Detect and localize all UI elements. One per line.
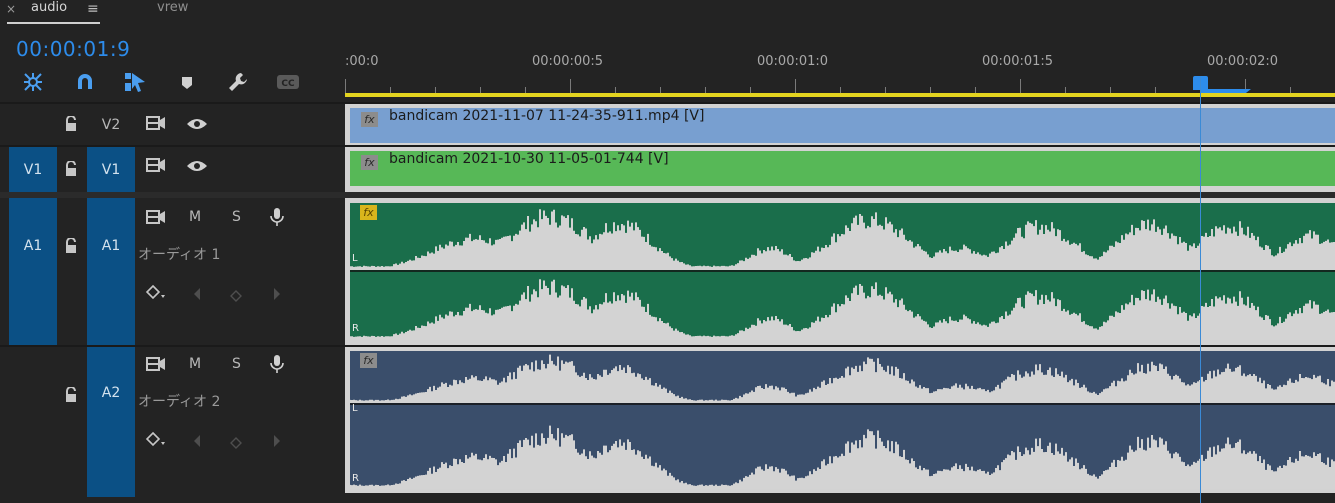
work-area-bar[interactable] bbox=[345, 93, 1335, 97]
mute-button[interactable]: M bbox=[189, 209, 201, 225]
waveform-channel bbox=[350, 209, 1335, 270]
tab-close-icon[interactable]: × bbox=[6, 2, 16, 16]
clip-v1[interactable]: fx bandicam 2021-10-30 11-05-01-744 [V] bbox=[350, 151, 1335, 186]
sync-lock-icon[interactable] bbox=[146, 115, 166, 135]
track-target-v1[interactable]: V1 bbox=[87, 147, 135, 192]
keyframe-dropdown-icon[interactable] bbox=[145, 431, 167, 453]
tab-vrew[interactable]: vrew bbox=[157, 0, 188, 15]
track-name[interactable]: オーディオ 1 bbox=[138, 244, 220, 264]
clip-a2[interactable]: fx L R bbox=[350, 351, 1335, 489]
track-target-v2[interactable]: V2 bbox=[87, 104, 135, 145]
fx-badge: fx bbox=[361, 155, 378, 170]
captions-button[interactable]: CC bbox=[276, 70, 300, 94]
eye-icon[interactable] bbox=[186, 116, 208, 136]
active-tab-indicator bbox=[7, 22, 100, 24]
add-keyframe-icon[interactable] bbox=[230, 287, 242, 306]
ruler-tick-label: 00:00:01:0 bbox=[757, 54, 829, 69]
track-target-a2[interactable]: A2 bbox=[87, 347, 135, 497]
microphone-icon[interactable] bbox=[270, 207, 284, 231]
marker-icon bbox=[182, 77, 192, 89]
add-keyframe-icon[interactable] bbox=[230, 434, 242, 453]
magnet-button[interactable] bbox=[73, 70, 97, 94]
captions-icon: CC bbox=[277, 75, 299, 89]
keyframe-dropdown-icon[interactable] bbox=[145, 284, 167, 306]
track-target-label: V2 bbox=[101, 116, 121, 133]
waveform-channel bbox=[350, 354, 1335, 403]
prev-keyframe-icon[interactable] bbox=[192, 433, 202, 452]
time-ruler[interactable] bbox=[345, 40, 1335, 93]
wrench-icon bbox=[229, 73, 247, 91]
waveform-channel bbox=[350, 279, 1335, 340]
lock-icon[interactable] bbox=[64, 237, 78, 258]
playhead-line[interactable] bbox=[1200, 76, 1201, 503]
solo-button[interactable]: S bbox=[232, 356, 241, 372]
fx-badge: fx bbox=[360, 353, 377, 368]
source-patch-a1[interactable]: A1 bbox=[9, 198, 57, 345]
snap-icon bbox=[24, 73, 42, 91]
eye-icon[interactable] bbox=[186, 158, 208, 178]
microphone-icon[interactable] bbox=[270, 354, 284, 378]
prev-keyframe-icon[interactable] bbox=[192, 286, 202, 305]
channel-right-label: R bbox=[352, 473, 359, 484]
sync-lock-icon[interactable] bbox=[146, 356, 166, 376]
channel-right-label: R bbox=[352, 323, 359, 334]
lock-icon[interactable] bbox=[64, 115, 78, 136]
add-marker-button[interactable] bbox=[175, 70, 199, 94]
waveform-a1 bbox=[350, 209, 1335, 340]
clip-a1[interactable]: fx L R bbox=[350, 203, 1335, 340]
solo-button[interactable]: S bbox=[232, 209, 241, 225]
lock-icon[interactable] bbox=[64, 386, 78, 407]
ruler-ticks bbox=[345, 79, 1291, 93]
ruler-tick-label: :00:0 bbox=[345, 54, 379, 69]
next-keyframe-icon[interactable] bbox=[272, 286, 282, 305]
timeline-settings-button[interactable] bbox=[226, 70, 250, 94]
ruler-tick-label: 00:00:02:0 bbox=[1207, 54, 1279, 69]
mute-button[interactable]: M bbox=[189, 356, 201, 372]
fx-badge: fx bbox=[360, 205, 377, 220]
clip-v2[interactable]: fx bandicam 2021-11-07 11-24-35-911.mp4 … bbox=[350, 108, 1335, 143]
source-patch-v1[interactable]: V1 bbox=[9, 147, 57, 192]
tab-audio[interactable]: audio bbox=[31, 0, 67, 15]
waveform-a2 bbox=[350, 354, 1335, 489]
linked-selection-button[interactable] bbox=[123, 70, 147, 94]
fx-badge: fx bbox=[361, 112, 378, 127]
ruler-tick-label: 00:00:01:5 bbox=[982, 54, 1054, 69]
snap-tool-button[interactable] bbox=[21, 70, 45, 94]
track-name[interactable]: オーディオ 2 bbox=[138, 391, 220, 411]
sync-lock-icon[interactable] bbox=[146, 209, 166, 229]
track-header-a1: A1 A1 M S オーディオ 1 bbox=[0, 198, 345, 345]
track-target-a1[interactable]: A1 bbox=[87, 198, 135, 345]
ruler-tick-label: 00:00:00:5 bbox=[532, 54, 604, 69]
lock-icon[interactable] bbox=[64, 160, 78, 181]
magnet-icon bbox=[78, 74, 92, 89]
tab-menu-icon[interactable]: ≡ bbox=[87, 1, 99, 17]
track-header-v2: V2 bbox=[0, 104, 345, 145]
clip-title: bandicam 2021-10-30 11-05-01-744 [V] bbox=[389, 151, 669, 167]
channel-left-label: L bbox=[352, 253, 358, 264]
panel-tab-bar: × audio ≡ vrew bbox=[0, 0, 1335, 26]
next-keyframe-icon[interactable] bbox=[272, 433, 282, 452]
linked-selection-icon bbox=[125, 73, 145, 92]
track-header-v1: V1 V1 bbox=[0, 147, 345, 192]
playhead-timecode[interactable]: 00:00:01:9 bbox=[16, 37, 130, 61]
track-header-a2: A2 M S オーディオ 2 bbox=[0, 347, 345, 503]
channel-left-label: L bbox=[352, 403, 358, 414]
sync-lock-icon[interactable] bbox=[146, 157, 166, 177]
waveform-channel bbox=[350, 425, 1335, 489]
svg-text:CC: CC bbox=[281, 79, 295, 89]
clip-title: bandicam 2021-11-07 11-24-35-911.mp4 [V] bbox=[389, 108, 705, 124]
